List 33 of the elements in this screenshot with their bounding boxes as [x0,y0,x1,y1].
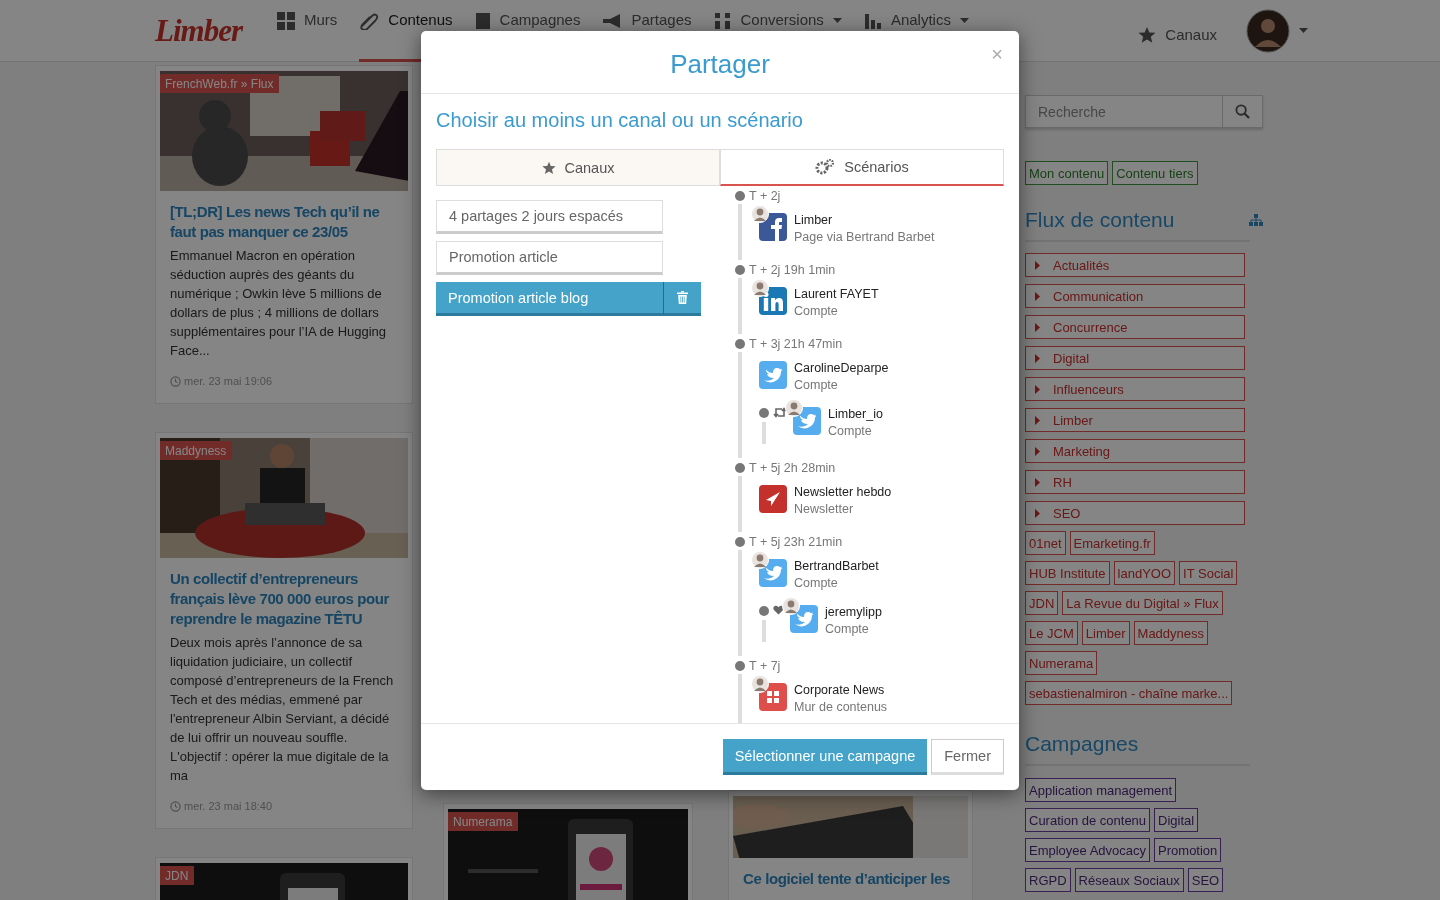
account-name: Limber_io [828,406,883,423]
account-type: Compte [828,423,873,440]
account-type: Newsletter [794,501,855,518]
time-offset: T + 5j 23h 21min [749,535,843,549]
time-offset: T + 5j 2h 28min [749,461,836,475]
time-offset: T + 3j 21h 47min [749,337,843,351]
time-offset: T + 2j 19h 1min [749,263,836,277]
account-type: Compte [825,621,870,638]
account-name: jeremylipp [825,604,882,621]
source-tag: Maddyness [160,441,233,460]
source-tag: Numerama [448,812,519,831]
account-name: Limber [794,212,834,229]
account-type: Page via Bertrand Barbet [794,229,935,246]
account-type: Compte [794,303,839,320]
article-excerpt: Deux mois après l’annonce de sa liquidation judiciaire, un collectif composé d’entrepreneurs de la French Tech et des médias, emmené par l'entrepreneur Albin Serviant, a décidé de lui offrir un nouveau souffle. L'objectif : opérer la mue digitale de la ma [170,634,395,785]
modal-title: Partager [670,48,770,80]
account-type: Mur de contenus [794,699,888,716]
account-name: BertrandBarbet [794,558,879,575]
account-type: Compte [794,377,839,394]
account-name: Corporate News [794,682,886,699]
account-type: Compte [794,575,839,592]
article-excerpt: Emmanuel Macron en opération séduction auprès des géants du numérique ; Owkin lève 5 millions de dollars de plus ; 4 millions de dollars supplémentaires pour l’IA de Hugging Face... [170,247,388,360]
modal-subtitle: Choisir au moins un canal ou un scénario [436,109,804,131]
source-tag: FrenchWeb.fr » Flux [160,74,280,93]
time-offset: T + 2j [749,189,781,203]
logo: Limber [155,12,244,49]
time-offset: T + 7j [749,659,781,673]
source-tag: JDN [160,866,195,885]
account-name: CarolineDeparpe [794,360,889,377]
section-heading: Flux de contenu [1025,208,1175,232]
section-heading: Campagnes [1025,732,1139,756]
account-name: Newsletter hebdo [794,484,892,501]
account-name: Laurent FAYET [794,286,879,303]
